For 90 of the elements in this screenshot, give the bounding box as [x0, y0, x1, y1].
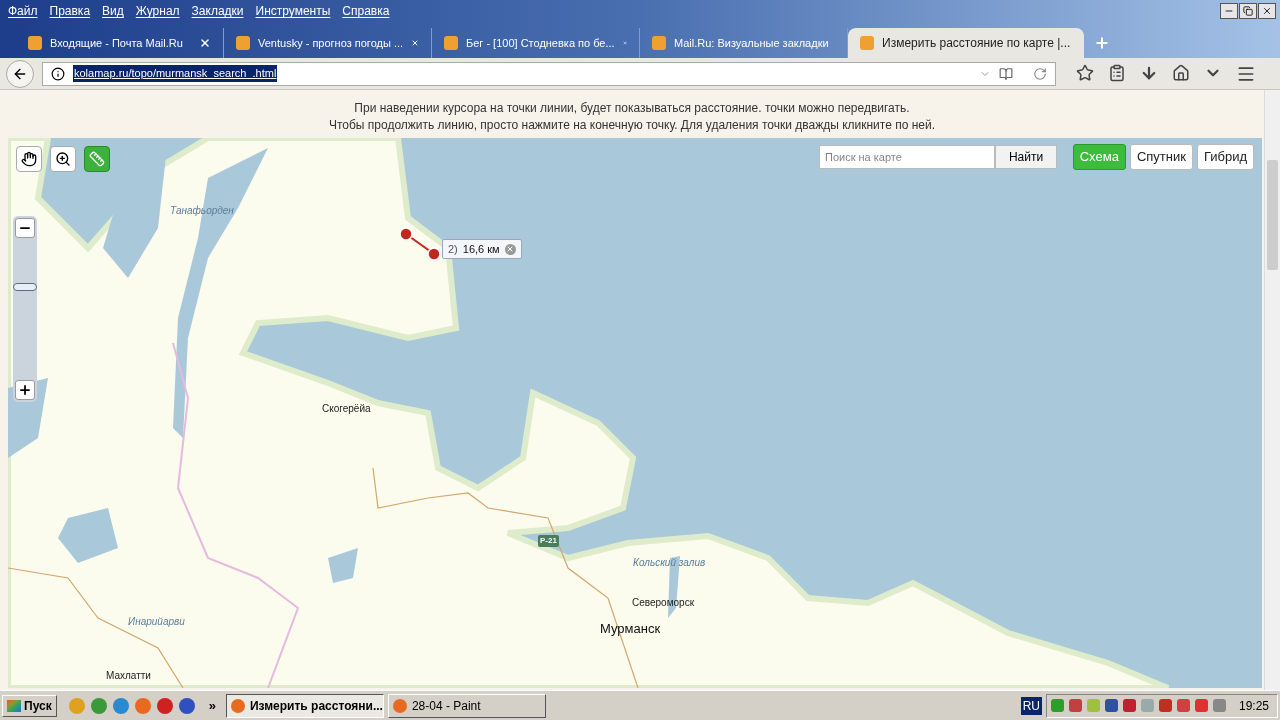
map-label: Р-21: [538, 535, 559, 547]
browser-tab[interactable]: Бег - [100] Стодневка по бе...: [432, 28, 640, 58]
quick-launch-icon[interactable]: [112, 697, 129, 714]
search-button[interactable]: Найти: [995, 145, 1057, 169]
point-index: 2): [448, 241, 458, 257]
map-search-field[interactable]: Поиск на карте: [819, 145, 995, 169]
map-label: Мурманск: [600, 620, 661, 638]
quick-launch-icon[interactable]: [156, 697, 173, 714]
tab-favicon-icon: [236, 36, 250, 50]
more-icon[interactable]: »: [208, 695, 216, 716]
instruction-text: При наведении курсора на точки линии, будет показываться расстояние. точки можно передвигать.: [354, 100, 910, 117]
bookmark-icon[interactable]: [1076, 63, 1094, 82]
language-indicator[interactable]: RU: [1020, 696, 1042, 715]
zoom-out-button[interactable]: [15, 218, 35, 238]
x-icon: [506, 245, 515, 253]
close-button[interactable]: [1258, 3, 1276, 19]
tab-title: Измерить расстояние по карте |...: [882, 35, 1071, 52]
tab-favicon-icon: [444, 36, 458, 50]
tray-icon[interactable]: [1158, 699, 1172, 712]
remove-point-icon[interactable]: [504, 243, 516, 255]
back-button[interactable]: [6, 59, 34, 88]
tab-favicon-icon: [652, 36, 666, 50]
plus-icon: [18, 383, 32, 397]
reader-icon[interactable]: [999, 66, 1013, 81]
reload-icon[interactable]: [1033, 66, 1047, 81]
tray-icon[interactable]: [1068, 699, 1082, 712]
menu-item[interactable]: Журнал: [129, 2, 186, 20]
map-label: Махлатти: [106, 669, 151, 683]
tray-icon[interactable]: [1122, 699, 1136, 712]
map-type-button[interactable]: Гибрид: [1196, 144, 1254, 170]
scroll-thumb[interactable]: [1267, 160, 1278, 270]
distance-text: 16,6 км: [462, 241, 500, 257]
address-field[interactable]: kolamap.ru/topo/murmansk_search_.html: [42, 61, 1056, 86]
map-type-button[interactable]: Спутник: [1129, 144, 1193, 170]
zoom-slider[interactable]: [13, 216, 37, 402]
new-tab-icon[interactable]: [1094, 35, 1110, 51]
tray-icon[interactable]: [1104, 699, 1118, 712]
tray-icon[interactable]: [1050, 699, 1064, 712]
menu-item[interactable]: Вид: [96, 2, 130, 20]
clock: 19:25: [1238, 697, 1269, 715]
tab-favicon-icon: [28, 36, 42, 50]
app-icon: [230, 698, 245, 713]
browser-tab[interactable]: Измерить расстояние по карте |...: [848, 28, 1084, 58]
zoom-icon: [55, 151, 71, 167]
map-label: Скогерёйа: [322, 402, 371, 416]
restore-button[interactable]: [1239, 3, 1257, 19]
menu-item[interactable]: Инструменты: [249, 2, 337, 20]
pan-tool-button[interactable]: [16, 146, 42, 172]
tab-favicon-icon: [860, 36, 874, 50]
tab-title: Входящие - Почта Mail.Ru: [50, 35, 184, 51]
ruler-tool-button[interactable]: [84, 146, 110, 172]
map-label: Танафьорден: [170, 204, 234, 218]
tray-icon[interactable]: [1176, 699, 1190, 712]
browser-tab[interactable]: Ventusky - прогноз погоды ...: [224, 28, 432, 58]
tab-title: Ventusky - прогноз погоды ...: [258, 35, 404, 51]
menu-item[interactable]: Справка: [336, 2, 396, 20]
pan-icon: [21, 151, 37, 167]
map-label: Кольский залив: [633, 556, 706, 570]
ruler-icon: [89, 151, 105, 167]
info-icon[interactable]: [51, 66, 65, 81]
map-area[interactable]: Поиск на карте Найти Схема Спутник Гибрид 2) 16,6 км Танафьорден Скогерёйа Р-21 Кольский залив Североморск Инарийарви Мурманск Махлатти: [8, 138, 1262, 690]
instruction-text: Чтобы продолжить линию, просто нажмите на конечную точку. Для удаления точки дважды кликните по ней.: [328, 117, 936, 134]
zoom-tool-button[interactable]: [50, 146, 76, 172]
start-button[interactable]: Пуск: [2, 694, 57, 717]
menu-item[interactable]: Закладки: [185, 2, 250, 20]
taskbar-button[interactable]: 28-04 - Paint: [387, 693, 546, 718]
menu-item[interactable]: Правка: [43, 2, 97, 20]
tab-title: Бег - [100] Стодневка по бе...: [466, 35, 615, 51]
zoom-thumb[interactable]: [13, 282, 37, 291]
minimize-button[interactable]: [1220, 3, 1238, 19]
tray-icon[interactable]: [1194, 699, 1208, 712]
zoom-in-button[interactable]: [15, 380, 35, 400]
home-icon[interactable]: [1172, 63, 1190, 82]
quick-launch-icon[interactable]: [178, 697, 195, 714]
tray-icon[interactable]: [1212, 699, 1226, 712]
close-icon: [1262, 6, 1272, 16]
map-label: Североморск: [632, 596, 695, 610]
page-scrollbar[interactable]: [1264, 90, 1280, 690]
browser-tab[interactable]: Входящие - Почта Mail.Ru: [16, 28, 224, 58]
taskbar-button[interactable]: Измерить расстояни...: [225, 693, 384, 718]
measure-line-drawing: [399, 227, 441, 261]
close-icon[interactable]: [199, 37, 211, 49]
restore-icon: [1243, 6, 1253, 16]
app-icon: [392, 698, 407, 713]
clipboard-icon[interactable]: [1108, 63, 1126, 82]
tab-title: Mail.Ru: Визуальные закладки: [674, 35, 829, 51]
map-label: Инарийарви: [128, 615, 185, 629]
quick-launch-icon[interactable]: [90, 697, 107, 714]
menu-item[interactable]: Файл: [2, 2, 44, 20]
url-text: kolamap.ru/topo/murmansk_search_.html: [73, 65, 278, 82]
